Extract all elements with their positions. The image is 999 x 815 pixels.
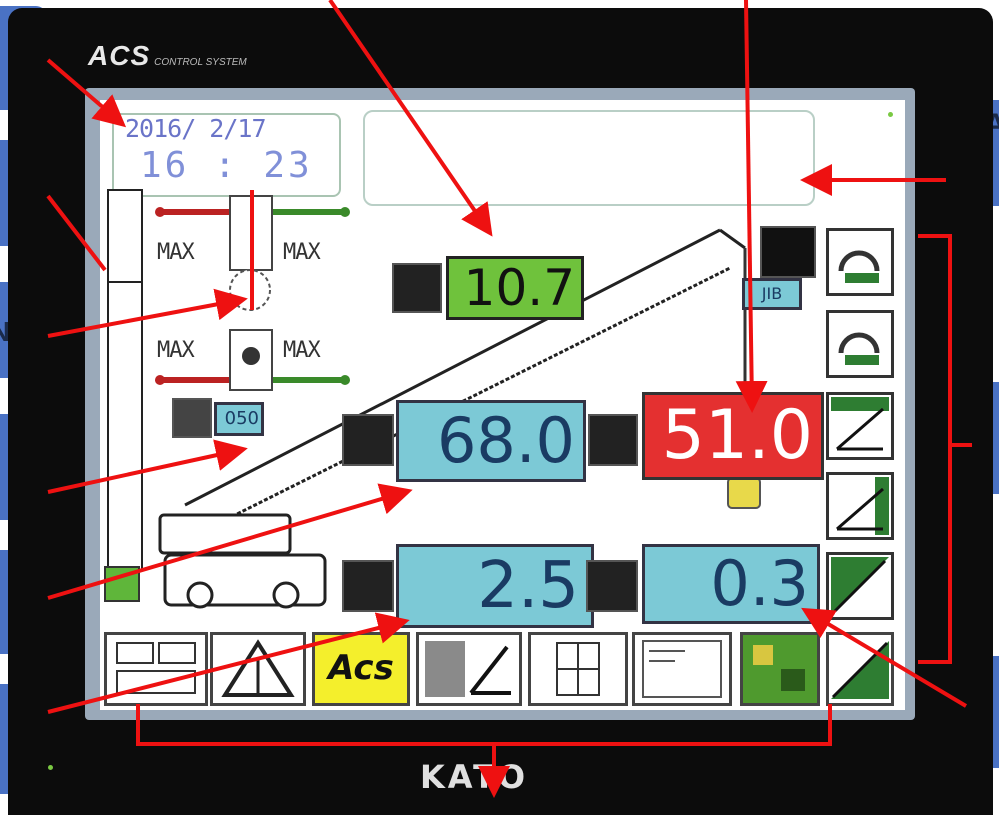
annotation-arrows	[46, 0, 972, 798]
